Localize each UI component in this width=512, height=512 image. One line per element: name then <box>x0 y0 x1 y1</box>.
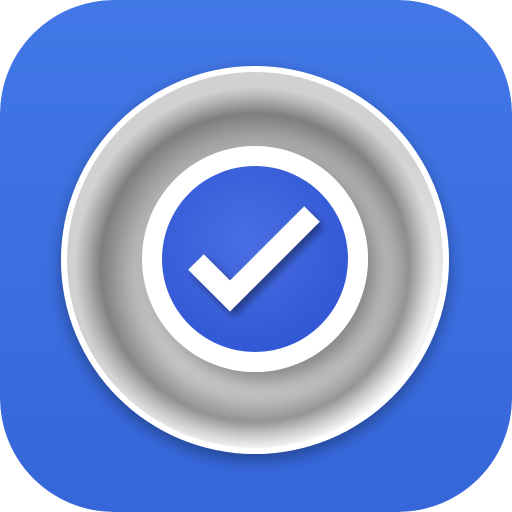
app-icon-canvas <box>0 0 512 512</box>
app-icon-graphic <box>0 0 512 512</box>
app-icon[interactable] <box>0 0 512 512</box>
